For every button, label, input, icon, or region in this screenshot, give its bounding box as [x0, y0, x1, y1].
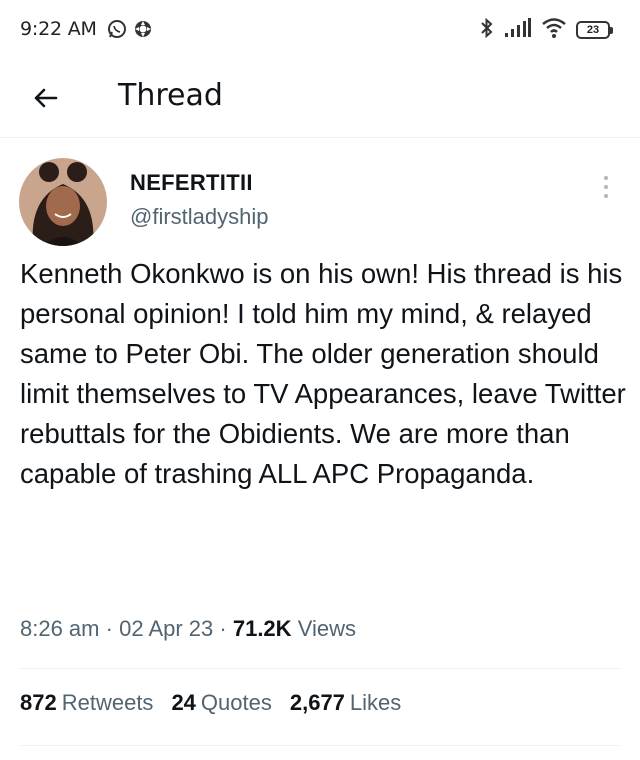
quotes-label: Quotes: [200, 690, 272, 715]
status-left-icons: [107, 19, 153, 43]
status-time: 9:22 AM: [20, 18, 97, 40]
engagement-stats: 872 Retweets 24 Quotes 2,677 Likes: [20, 690, 401, 716]
status-bar: 9:22 AM 23: [0, 0, 640, 60]
thread-header: Thread: [0, 60, 640, 138]
likes-count: 2,677: [289, 690, 345, 715]
views-label: Views: [297, 616, 356, 641]
tweet-meta: 8:26 am · 02 Apr 23 · 71.2K Views: [20, 616, 356, 642]
tweet-time: 8:26 am: [20, 616, 100, 641]
bluetooth-icon: [479, 17, 495, 43]
quotes-stat[interactable]: 24 Quotes: [171, 690, 271, 716]
author-handle[interactable]: @firstladyship: [130, 204, 269, 230]
quotes-count: 24: [171, 690, 196, 715]
views-count[interactable]: 71.2K: [233, 616, 292, 641]
likes-stat[interactable]: 2,677 Likes: [290, 690, 401, 716]
avatar[interactable]: [19, 158, 107, 246]
more-options-icon[interactable]: [602, 174, 610, 200]
app-notification-icon: [133, 19, 153, 43]
status-right-icons: 23: [479, 17, 613, 43]
author-name[interactable]: NEFERTITII: [130, 170, 253, 196]
divider: [20, 668, 620, 669]
arrow-left-icon[interactable]: [30, 82, 62, 114]
page-title: Thread: [118, 78, 223, 113]
meta-separator: ·: [105, 616, 113, 641]
meta-separator: ·: [219, 616, 227, 641]
retweets-stat[interactable]: 872 Retweets: [20, 690, 153, 716]
signal-icon: [504, 18, 532, 42]
battery-icon: 23: [576, 21, 613, 39]
tweet-date: 02 Apr 23: [119, 616, 214, 641]
divider: [20, 745, 620, 746]
retweets-count: 872: [20, 690, 57, 715]
likes-label: Likes: [349, 690, 402, 715]
wifi-icon: [541, 17, 567, 43]
whatsapp-icon: [107, 19, 127, 43]
tweet-text: Kenneth Okonkwo is on his own! His threa…: [20, 258, 626, 489]
retweets-label: Retweets: [61, 690, 154, 715]
